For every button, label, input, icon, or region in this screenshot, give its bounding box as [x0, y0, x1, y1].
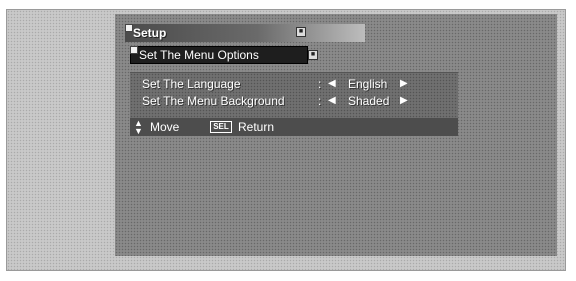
title-corner-marker: [125, 24, 133, 32]
right-arrow-icon[interactable]: ▶: [400, 76, 408, 92]
submenu-corner-marker: [130, 46, 138, 54]
option-background-label: Set The Menu Background: [142, 94, 285, 108]
option-background-separator: :: [318, 94, 322, 108]
right-arrow-icon[interactable]: ▶: [400, 93, 408, 109]
up-down-arrow-icon: ▲ ▼: [134, 118, 143, 136]
left-arrow-icon[interactable]: ◀: [328, 93, 336, 109]
left-arrow-icon[interactable]: ◀: [328, 76, 336, 92]
option-language-label: Set The Language: [142, 77, 241, 91]
close-icon[interactable]: ■: [296, 27, 306, 37]
help-move-label: Move: [150, 120, 180, 134]
submenu-label: Set The Menu Options: [139, 48, 259, 62]
submenu-scroll-icon: ■: [308, 50, 318, 60]
option-language-separator: :: [318, 77, 322, 91]
setup-title: Setup: [133, 26, 167, 40]
help-return-label: Return: [238, 120, 275, 134]
option-background-value[interactable]: Shaded: [348, 93, 389, 109]
help-bar: ▲ ▼ Move Return: [130, 118, 458, 136]
option-language-value[interactable]: English: [348, 76, 387, 92]
sel-badge: SEL: [210, 121, 232, 133]
